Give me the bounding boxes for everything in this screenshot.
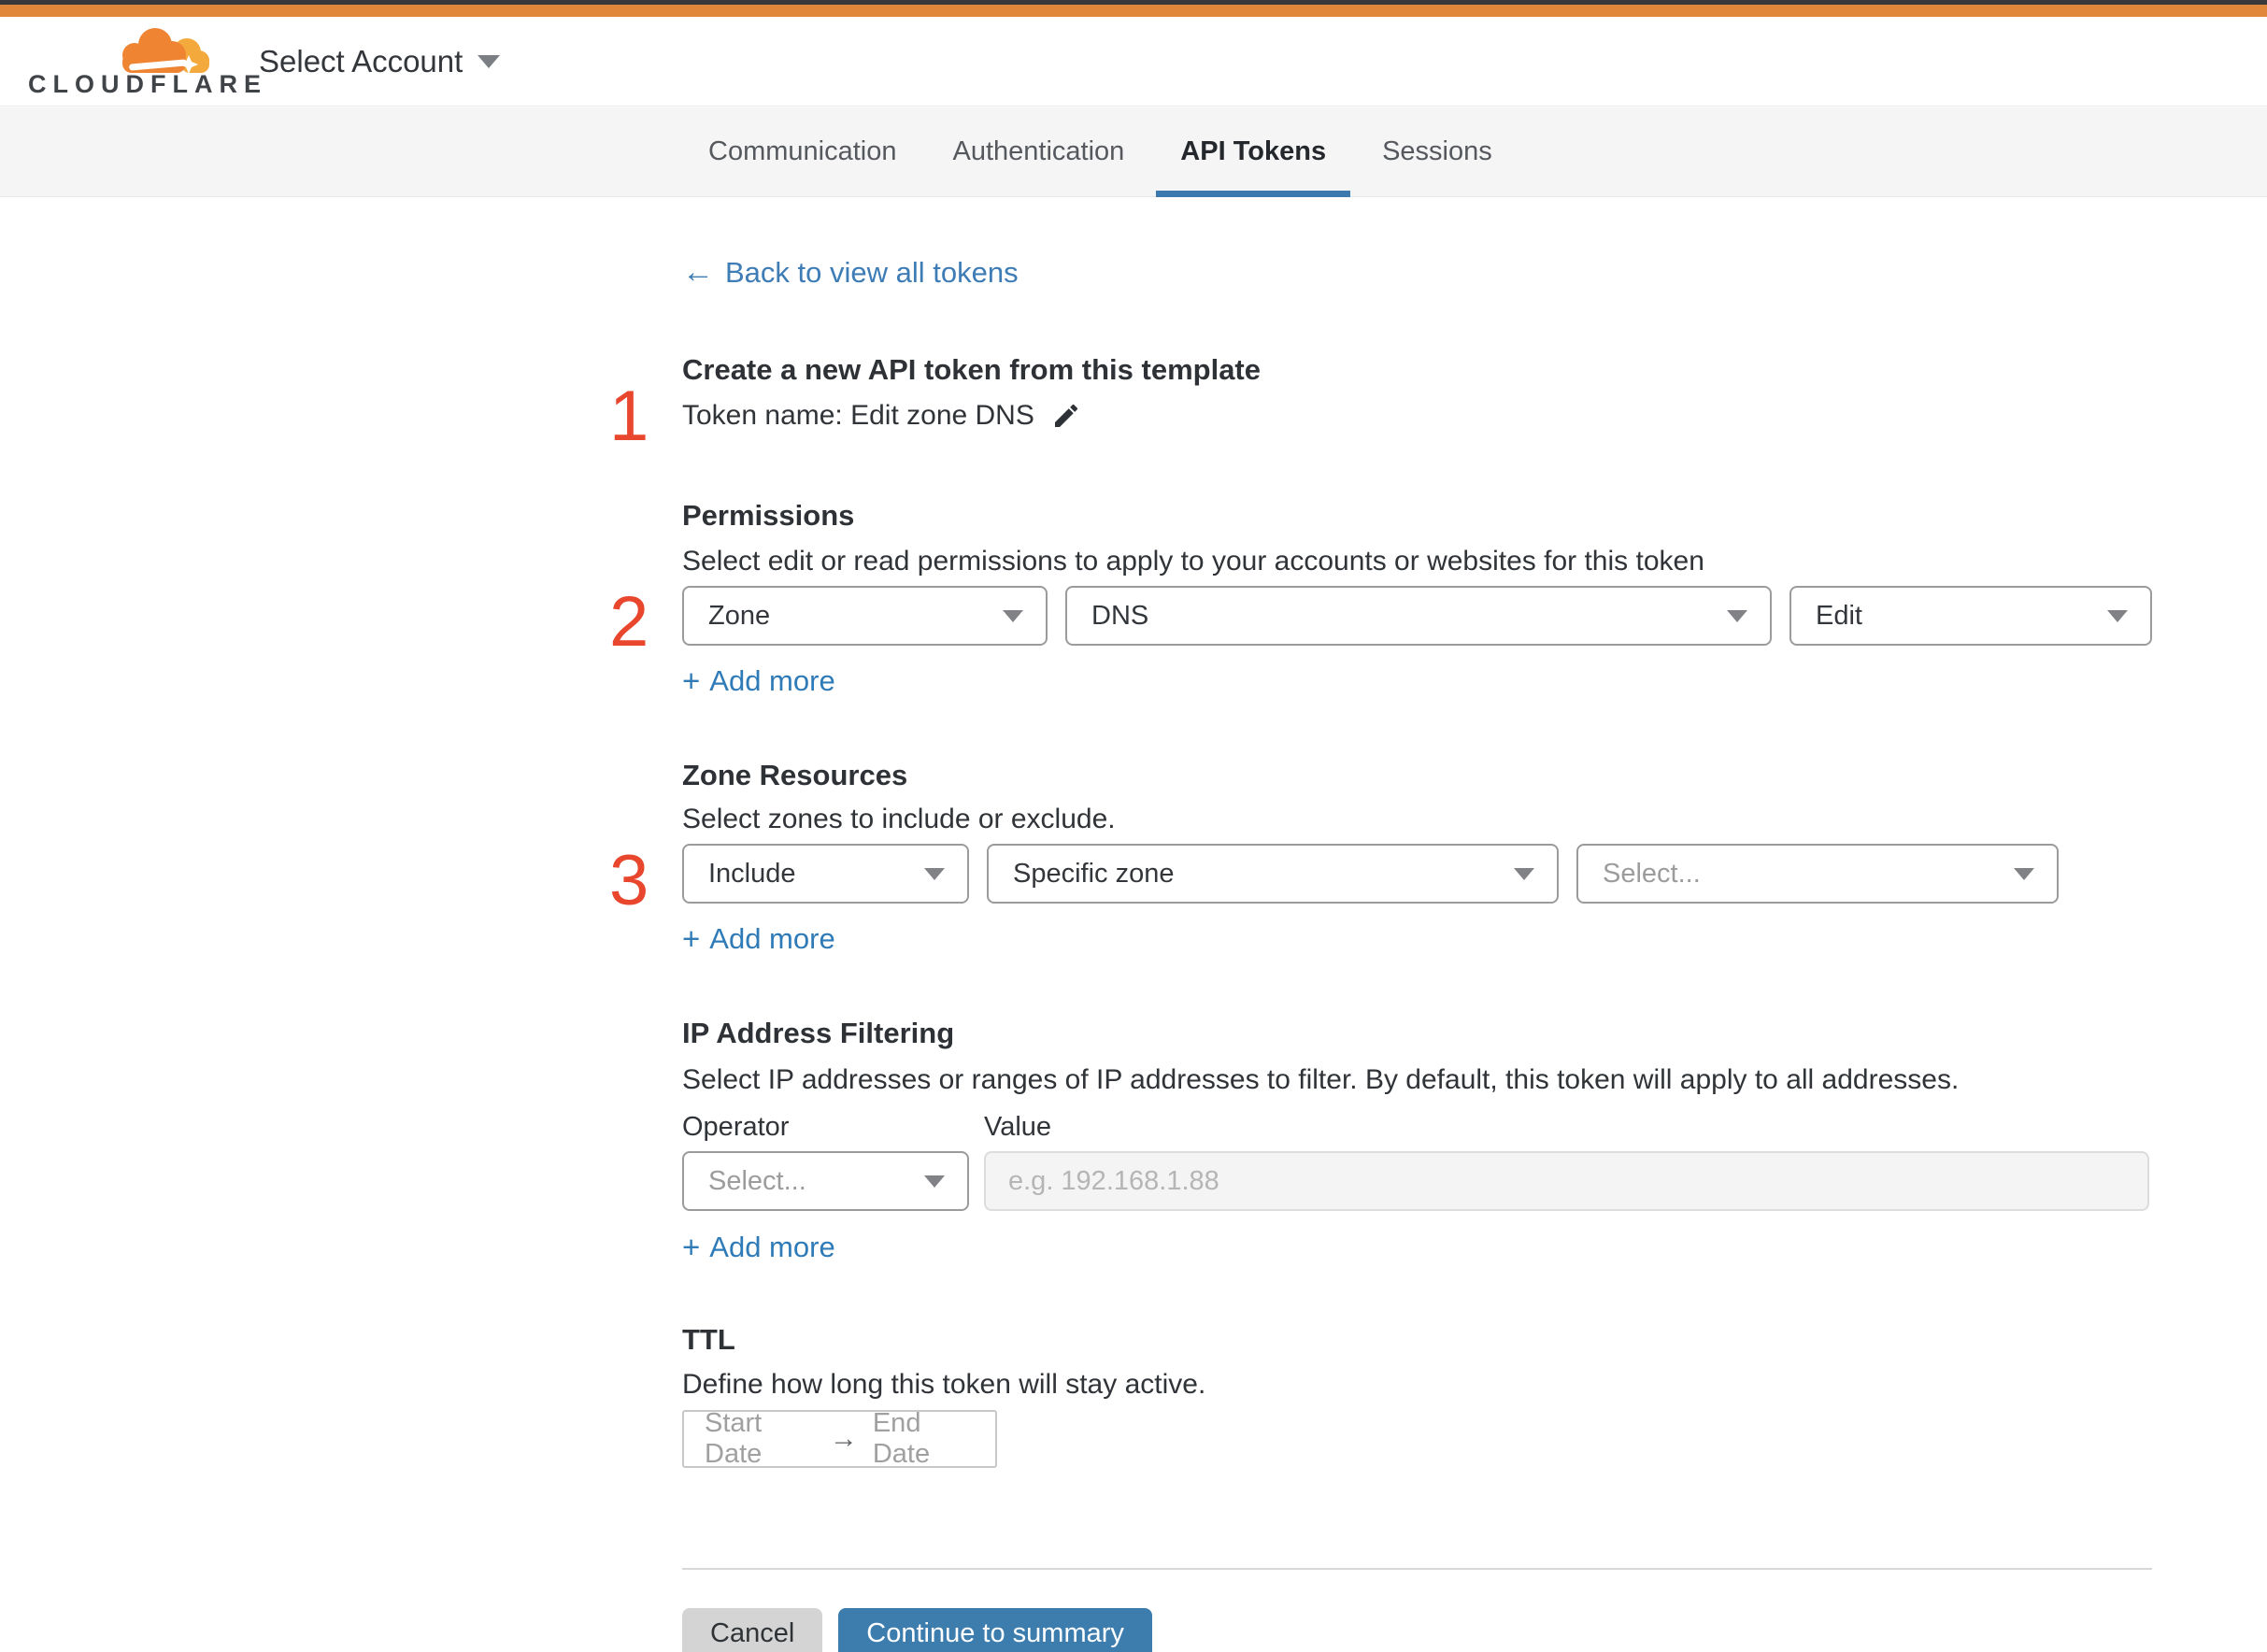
- chevron-down-icon: [1003, 609, 1023, 622]
- permissions-select-row: Zone DNS Edit: [682, 586, 2152, 646]
- start-date-placeholder: Start Date: [705, 1408, 763, 1469]
- zone-resources-add-more-link[interactable]: + Add more: [682, 921, 835, 957]
- chevron-down-icon: [924, 867, 945, 880]
- chevron-down-icon: [478, 55, 501, 68]
- select-placeholder: Select...: [708, 1165, 806, 1196]
- cloudflare-wordmark: CLOUDFLARE: [28, 70, 267, 98]
- permission-level-select[interactable]: Edit: [1789, 586, 2152, 646]
- ip-filtering-add-more-link[interactable]: + Add more: [682, 1230, 835, 1265]
- select-value: Include: [708, 858, 796, 889]
- chevron-down-icon: [924, 1175, 945, 1188]
- step-number-2: 2: [609, 582, 649, 662]
- chevron-down-icon: [2014, 867, 2034, 880]
- zone-resources-description: Select zones to include or exclude.: [682, 804, 1116, 834]
- footer-buttons: Cancel Continue to summary: [682, 1608, 1152, 1652]
- permissions-add-more-link[interactable]: + Add more: [682, 663, 835, 699]
- plus-icon: +: [682, 921, 701, 956]
- step-number-1: 1: [609, 377, 649, 456]
- back-link-label: Back to view all tokens: [725, 255, 1019, 289]
- end-date-placeholder: End Date: [872, 1408, 931, 1469]
- tab-authentication[interactable]: Authentication: [928, 107, 1148, 196]
- plus-icon: +: [682, 1230, 701, 1264]
- ttl-description: Define how long this token will stay act…: [682, 1369, 1206, 1400]
- step-number-3: 3: [609, 841, 649, 920]
- brand-orange-bar: [0, 5, 2267, 17]
- add-more-label: Add more: [709, 922, 835, 955]
- add-more-label: Add more: [709, 664, 835, 697]
- plus-icon: +: [682, 663, 701, 698]
- token-name-row: Token name: Edit zone DNS: [682, 400, 1081, 432]
- select-value: Zone: [708, 600, 771, 631]
- ip-filtering-title: IP Address Filtering: [682, 1017, 955, 1049]
- operator-label: Operator: [682, 1112, 790, 1142]
- footer-divider: [682, 1568, 2152, 1570]
- back-arrow-icon: ←: [682, 254, 714, 290]
- chevron-down-icon: [1514, 867, 1534, 880]
- tabs: Communication Authentication API Tokens …: [680, 107, 1520, 197]
- zone-resources-title: Zone Resources: [682, 759, 908, 791]
- continue-to-summary-button[interactable]: Continue to summary: [838, 1608, 1152, 1652]
- ip-filtering-description: Select IP addresses or ranges of IP addr…: [682, 1064, 1960, 1095]
- cancel-button[interactable]: Cancel: [682, 1608, 823, 1652]
- permission-scope-select[interactable]: Zone: [682, 586, 1048, 646]
- select-account-label: Select Account: [259, 44, 463, 78]
- select-value: Specific zone: [1013, 858, 1175, 889]
- select-value: DNS: [1091, 600, 1149, 631]
- app-header: CLOUDFLARE Select Account: [0, 17, 2267, 107]
- arrow-right-icon: →: [829, 1423, 858, 1454]
- ttl-title: TTL: [682, 1323, 735, 1356]
- permissions-title: Permissions: [682, 499, 855, 532]
- ttl-date-range-input[interactable]: Start Date → End Date: [682, 1408, 997, 1469]
- zone-resources-select-row: Include Specific zone Select...: [682, 844, 2059, 904]
- zone-picker-select[interactable]: Select...: [1576, 844, 2059, 904]
- profile-tabbar: Communication Authentication API Tokens …: [0, 107, 2267, 197]
- api-token-template-page: CLOUDFLARE Select Account Communication …: [0, 0, 2267, 1652]
- select-value: Edit: [1816, 600, 1862, 631]
- select-placeholder: Select...: [1603, 858, 1701, 889]
- permission-group-select[interactable]: DNS: [1065, 586, 1772, 646]
- zone-type-select[interactable]: Specific zone: [987, 844, 1559, 904]
- add-more-label: Add more: [709, 1231, 835, 1263]
- create-token-title: Create a new API token from this templat…: [682, 353, 1262, 386]
- ip-value-input: [984, 1151, 2149, 1211]
- tab-api-tokens[interactable]: API Tokens: [1156, 107, 1350, 197]
- back-to-tokens-link[interactable]: ← Back to view all tokens: [682, 254, 1019, 291]
- value-label: Value: [984, 1112, 1052, 1142]
- cloudflare-logo[interactable]: CLOUDFLARE: [28, 22, 261, 103]
- select-account-dropdown[interactable]: Select Account: [259, 17, 501, 107]
- zone-include-select[interactable]: Include: [682, 844, 969, 904]
- tab-communication[interactable]: Communication: [684, 107, 920, 196]
- ip-operator-select[interactable]: Select...: [682, 1151, 969, 1211]
- chevron-down-icon: [1727, 609, 1747, 622]
- token-name-label: Token name: Edit zone DNS: [682, 400, 1034, 431]
- tab-sessions[interactable]: Sessions: [1358, 107, 1517, 196]
- permissions-description: Select edit or read permissions to apply…: [682, 546, 1704, 577]
- chevron-down-icon: [2107, 609, 2128, 622]
- edit-pencil-icon[interactable]: [1051, 401, 1081, 431]
